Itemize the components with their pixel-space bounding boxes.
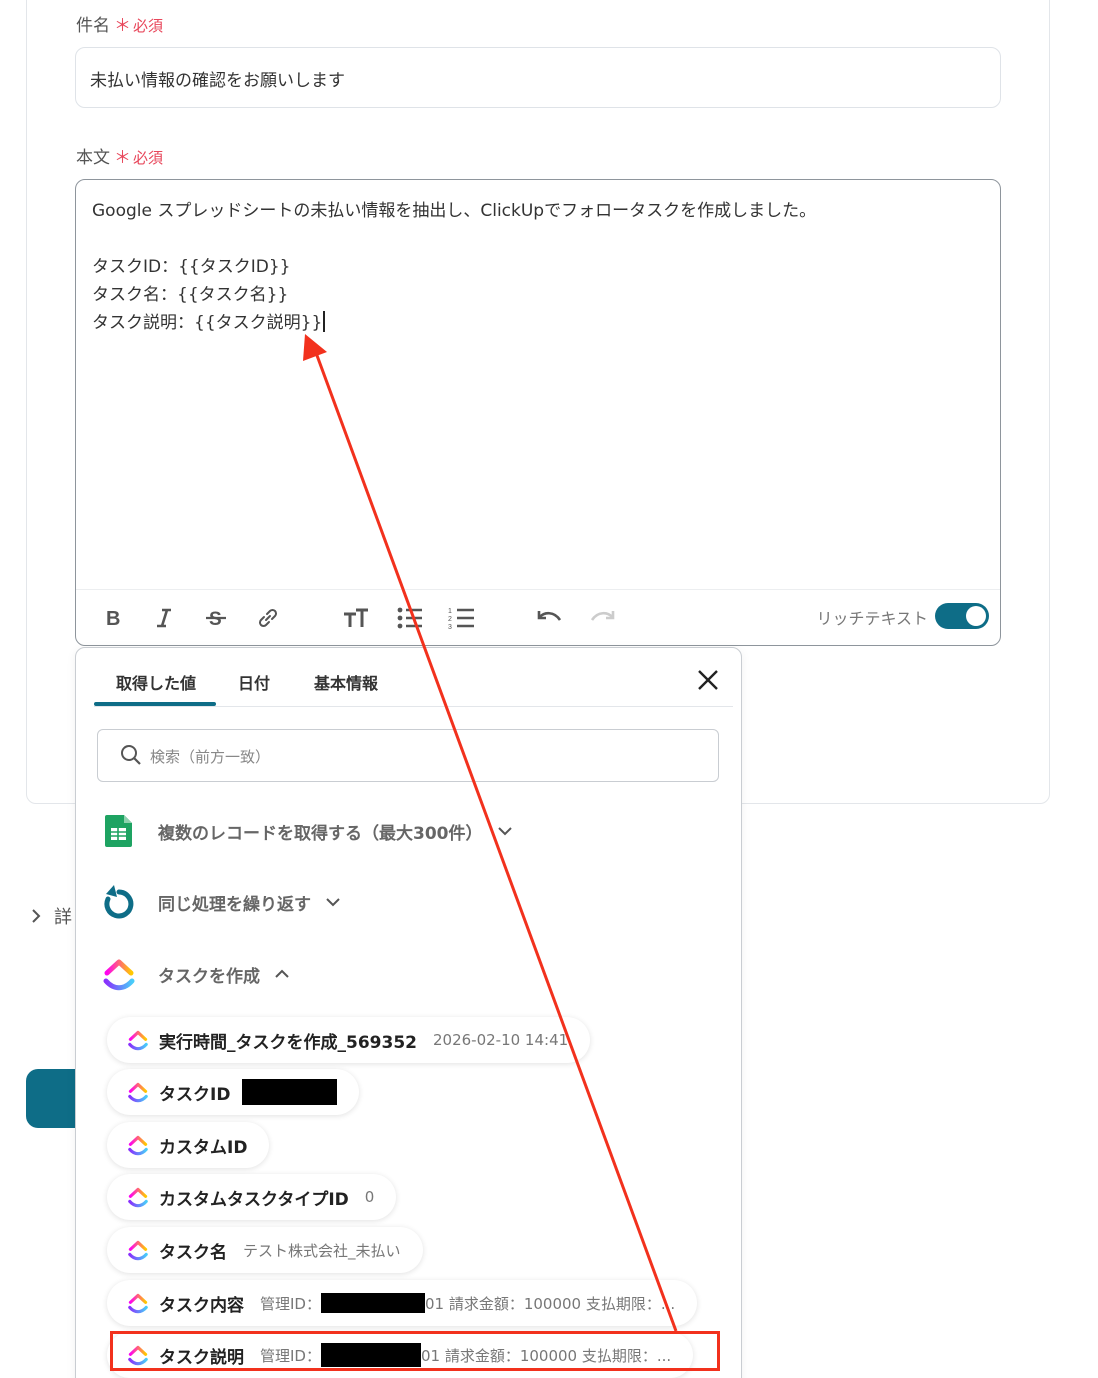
- group-loop[interactable]: 同じ処理を繰り返す: [102, 883, 341, 921]
- close-icon[interactable]: [695, 667, 721, 693]
- item-label: タスク内容: [159, 1295, 244, 1316]
- editor-toolbar: B S 123 リッチテキスト: [76, 589, 1000, 645]
- bullet-list-icon[interactable]: [396, 604, 424, 632]
- tab-date[interactable]: 日付: [238, 670, 270, 694]
- value-item-task-id[interactable]: タスクID: [107, 1069, 360, 1115]
- annotation-highlight-box: [110, 1331, 720, 1371]
- clickup-icon: [128, 1082, 148, 1103]
- search-icon: [121, 745, 141, 765]
- numbered-list-icon[interactable]: 123: [448, 604, 476, 632]
- item-label: カスタムタスクタイプID: [159, 1189, 349, 1210]
- text-size-icon[interactable]: [342, 604, 370, 632]
- body-line-last: タスク説明：{{タスク説明}}: [92, 309, 984, 337]
- rich-text-toggle[interactable]: [935, 603, 989, 629]
- item-label: 実行時間_タスクを作成_569352: [159, 1032, 417, 1053]
- svg-text:3: 3: [448, 624, 452, 630]
- body-label: 本文＊必須: [76, 148, 164, 168]
- item-label: タスク名: [159, 1242, 227, 1263]
- item-value-prefix: 管理ID：: [260, 1294, 321, 1313]
- strikethrough-icon[interactable]: S: [202, 604, 230, 632]
- chevron-up-icon: [275, 969, 289, 978]
- redacted-value: [320, 1293, 425, 1313]
- loop-icon: [104, 885, 134, 919]
- clickup-icon: [128, 1293, 148, 1314]
- google-sheets-icon: [105, 815, 132, 847]
- required-mark: ＊: [114, 148, 131, 168]
- bold-icon[interactable]: B: [98, 604, 126, 632]
- item-value: テスト株式会社_未払い: [243, 1241, 401, 1260]
- toggle-knob: [966, 606, 986, 626]
- value-item-exec-time[interactable]: 実行時間_タスクを作成_569352 2026-02-10 14:41: [107, 1017, 591, 1063]
- required-mark: ＊: [114, 16, 131, 36]
- item-value: 0: [364, 1188, 375, 1206]
- group-label: 同じ処理を繰り返す: [158, 894, 311, 915]
- subject-input[interactable]: 未払い情報の確認をお願いします: [75, 47, 1001, 108]
- group-get-records[interactable]: 複数のレコードを取得する（最大300件）: [102, 813, 513, 849]
- item-value-suffix: 01 請求金額：100000 支払期限：...: [424, 1294, 676, 1313]
- svg-text:2: 2: [448, 616, 452, 623]
- clickup-icon: [103, 959, 135, 991]
- body-line: [92, 225, 984, 253]
- group-create-task[interactable]: タスクを作成: [102, 955, 290, 993]
- group-label: 複数のレコードを取得する（最大300件）: [158, 823, 483, 844]
- clickup-icon: [128, 1187, 148, 1208]
- chevron-down-icon: [497, 827, 512, 836]
- italic-icon[interactable]: [150, 604, 178, 632]
- redacted-value: [242, 1079, 338, 1105]
- clickup-icon: [128, 1030, 148, 1051]
- subject-label: 件名＊必須: [76, 16, 164, 36]
- subject-value: 未払い情報の確認をお願いします: [90, 71, 345, 91]
- item-label: カスタムID: [159, 1137, 248, 1158]
- item-label: タスクID: [159, 1084, 231, 1105]
- chevron-down-icon: [326, 898, 340, 907]
- value-picker-popup: 取得した値 日付 基本情報 検索（前方一致） 複数のレコードを取得する（最大30…: [75, 647, 742, 1378]
- redo-icon[interactable]: [588, 604, 616, 632]
- clickup-icon: [128, 1240, 148, 1261]
- value-item-task-content[interactable]: タスク内容 管理ID： 01 請求金額：100000 支払期限：...: [107, 1280, 698, 1326]
- item-value: 2026-02-10 14:41: [432, 1031, 569, 1049]
- required-text: 必須: [133, 17, 164, 35]
- popup-tabs: 取得した値 日付 基本情報: [94, 648, 733, 707]
- active-tab-indicator: [94, 702, 216, 706]
- search-input[interactable]: 検索（前方一致）: [97, 729, 719, 782]
- body-line: タスク名：{{タスク名}}: [92, 285, 289, 305]
- rich-text-label: リッチテキスト: [816, 609, 928, 628]
- tab-basic-info[interactable]: 基本情報: [314, 670, 378, 694]
- link-icon[interactable]: [254, 604, 282, 632]
- svg-text:B: B: [106, 608, 120, 629]
- body-editor[interactable]: Google スプレッドシートの未払い情報を抽出し、ClickUpでフォロータス…: [75, 179, 1001, 646]
- body-line: Google スプレッドシートの未払い情報を抽出し、ClickUpでフォロータス…: [92, 201, 817, 221]
- value-item-custom-task-type-id[interactable]: カスタムタスクタイプID 0: [107, 1174, 397, 1220]
- value-item-task-name[interactable]: タスク名 テスト株式会社_未払い: [107, 1227, 423, 1273]
- body-line: タスクID：{{タスクID}}: [92, 257, 291, 277]
- details-expander[interactable]: 詳: [30, 903, 72, 929]
- svg-text:1: 1: [448, 608, 452, 615]
- group-label: タスクを作成: [158, 966, 260, 987]
- search-placeholder: 検索（前方一致）: [150, 748, 271, 766]
- chevron-right-icon: [32, 909, 41, 923]
- tab-acquired-values[interactable]: 取得した値: [116, 670, 196, 694]
- details-label: 詳: [54, 907, 72, 928]
- body-text[interactable]: Google スプレッドシートの未払い情報を抽出し、ClickUpでフォロータス…: [92, 197, 984, 337]
- text-caret: [323, 311, 326, 332]
- clickup-icon: [128, 1135, 148, 1156]
- value-item-custom-id[interactable]: カスタムID: [107, 1122, 270, 1168]
- required-text: 必須: [133, 149, 164, 167]
- undo-icon[interactable]: [536, 604, 564, 632]
